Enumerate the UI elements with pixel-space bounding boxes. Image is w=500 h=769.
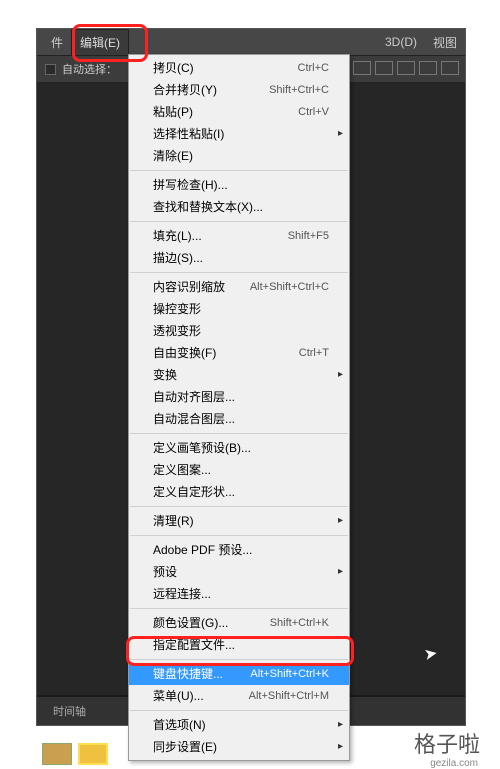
menu-item-label: 预设 <box>153 564 177 580</box>
menu-item-shortcut: Alt+Shift+Ctrl+K <box>250 666 329 682</box>
menu-item-label: 合并拷贝(Y) <box>153 82 217 98</box>
menu-item-label: 定义图案... <box>153 462 211 478</box>
menu-item-label: 远程连接... <box>153 586 211 602</box>
menu-item-label: 清理(R) <box>153 513 194 529</box>
menu-item-label: 指定配置文件... <box>153 637 235 653</box>
menu-item-label: 菜单(U)... <box>153 688 204 704</box>
menu-item[interactable]: 首选项(N) <box>129 714 349 736</box>
auto-select-label: 自动选择： <box>62 61 117 77</box>
menu-item[interactable]: 键盘快捷键... Alt+Shift+Ctrl+K <box>129 663 349 685</box>
menu-item-label: 变换 <box>153 367 177 383</box>
menu-item[interactable]: 预设 <box>129 561 349 583</box>
menu-view[interactable]: 视图 <box>425 30 465 55</box>
menu-item-label: 同步设置(E) <box>153 739 217 755</box>
menu-item[interactable]: 拼写检查(H)... <box>129 174 349 196</box>
menu-item-label: 操控变形 <box>153 301 201 317</box>
menu-item[interactable]: 查找和替换文本(X)... <box>129 196 349 218</box>
menu-item[interactable]: 变换 <box>129 364 349 386</box>
menu-item-label: Adobe PDF 预设... <box>153 542 252 558</box>
menu-item-label: 定义画笔预设(B)... <box>153 440 251 456</box>
align-right-icon[interactable] <box>397 61 415 75</box>
auto-select-checkbox[interactable] <box>45 64 56 75</box>
menu-item-label: 透视变形 <box>153 323 201 339</box>
menu-item-shortcut: Ctrl+T <box>299 345 329 361</box>
menu-item-label: 自由变换(F) <box>153 345 216 361</box>
menu-separator <box>130 608 348 609</box>
menu-edit[interactable]: 编辑(E) <box>71 29 129 56</box>
menu-separator <box>130 710 348 711</box>
menu-item-shortcut: Ctrl+C <box>298 60 329 76</box>
menu-item-label: 首选项(N) <box>153 717 206 733</box>
menu-item-shortcut: Shift+Ctrl+C <box>269 82 329 98</box>
menu-item[interactable]: 颜色设置(G)... Shift+Ctrl+K <box>129 612 349 634</box>
menu-item[interactable]: 自动混合图层... <box>129 408 349 430</box>
menu-item[interactable]: 定义画笔预设(B)... <box>129 437 349 459</box>
menu-item[interactable]: 拷贝(C) Ctrl+C <box>129 57 349 79</box>
thumbnail[interactable] <box>42 743 72 765</box>
watermark-url: gezila.com <box>430 758 478 769</box>
menu-item-label: 粘贴(P) <box>153 104 193 120</box>
menu-item-label: 查找和替换文本(X)... <box>153 199 263 215</box>
align-middle-icon[interactable] <box>441 61 459 75</box>
menu-item-shortcut: Alt+Shift+Ctrl+M <box>249 688 329 704</box>
menu-item[interactable]: 自由变换(F) Ctrl+T <box>129 342 349 364</box>
menu-separator <box>130 659 348 660</box>
menu-separator <box>130 535 348 536</box>
menu-item[interactable]: Adobe PDF 预设... <box>129 539 349 561</box>
menu-item[interactable]: 描边(S)... <box>129 247 349 269</box>
watermark-brand: 格子啦 <box>414 727 480 759</box>
menu-item[interactable]: 粘贴(P) Ctrl+V <box>129 101 349 123</box>
menu-item[interactable]: 透视变形 <box>129 320 349 342</box>
menu-item[interactable]: 内容识别缩放 Alt+Shift+Ctrl+C <box>129 276 349 298</box>
thumbnail-selected[interactable] <box>78 743 108 765</box>
align-icons-group <box>353 61 459 75</box>
menu-item-label: 定义自定形状... <box>153 484 235 500</box>
menubar: 件 编辑(E) 3D(D) 视图 <box>37 29 465 55</box>
align-left-icon[interactable] <box>353 61 371 75</box>
menu-separator <box>130 506 348 507</box>
menu-item-label: 自动混合图层... <box>153 411 235 427</box>
menu-item[interactable]: 选择性粘贴(I) <box>129 123 349 145</box>
menu-file[interactable]: 件 <box>43 30 71 55</box>
menu-separator <box>130 272 348 273</box>
thumbnail-strip <box>42 743 108 765</box>
menu-item[interactable]: 操控变形 <box>129 298 349 320</box>
menu-item-label: 内容识别缩放 <box>153 279 225 295</box>
menu-item[interactable]: 菜单(U)... Alt+Shift+Ctrl+M <box>129 685 349 707</box>
timeline-tab[interactable]: 时间轴 <box>43 699 96 723</box>
edit-dropdown-menu: 拷贝(C) Ctrl+C 合并拷贝(Y) Shift+Ctrl+C 粘贴(P) Ctrl+… <box>128 54 350 761</box>
menu-item-shortcut: Alt+Shift+Ctrl+C <box>250 279 329 295</box>
menu-item-label: 选择性粘贴(I) <box>153 126 224 142</box>
menu-item-shortcut: Ctrl+V <box>298 104 329 120</box>
menu-item-label: 描边(S)... <box>153 250 203 266</box>
menu-item[interactable]: 指定配置文件... <box>129 634 349 656</box>
menu-item-shortcut: Shift+Ctrl+K <box>270 615 329 631</box>
align-top-icon[interactable] <box>419 61 437 75</box>
menu-separator <box>130 433 348 434</box>
menu-3d[interactable]: 3D(D) <box>377 31 425 53</box>
menu-item[interactable]: 合并拷贝(Y) Shift+Ctrl+C <box>129 79 349 101</box>
menu-item-label: 键盘快捷键... <box>153 666 223 682</box>
menu-item-label: 清除(E) <box>153 148 193 164</box>
menu-item-label: 自动对齐图层... <box>153 389 235 405</box>
menu-item[interactable]: 自动对齐图层... <box>129 386 349 408</box>
menu-item-label: 拼写检查(H)... <box>153 177 228 193</box>
menu-item[interactable]: 定义自定形状... <box>129 481 349 503</box>
menu-item[interactable]: 同步设置(E) <box>129 736 349 758</box>
menu-item-label: 拷贝(C) <box>153 60 194 76</box>
menu-item-label: 填充(L)... <box>153 228 202 244</box>
menu-separator <box>130 170 348 171</box>
align-center-icon[interactable] <box>375 61 393 75</box>
menu-item[interactable]: 远程连接... <box>129 583 349 605</box>
menu-separator <box>130 221 348 222</box>
menu-item-label: 颜色设置(G)... <box>153 615 228 631</box>
menu-item[interactable]: 定义图案... <box>129 459 349 481</box>
menu-item-shortcut: Shift+F5 <box>288 228 329 244</box>
menu-item[interactable]: 清除(E) <box>129 145 349 167</box>
menu-item[interactable]: 清理(R) <box>129 510 349 532</box>
menu-item[interactable]: 填充(L)... Shift+F5 <box>129 225 349 247</box>
